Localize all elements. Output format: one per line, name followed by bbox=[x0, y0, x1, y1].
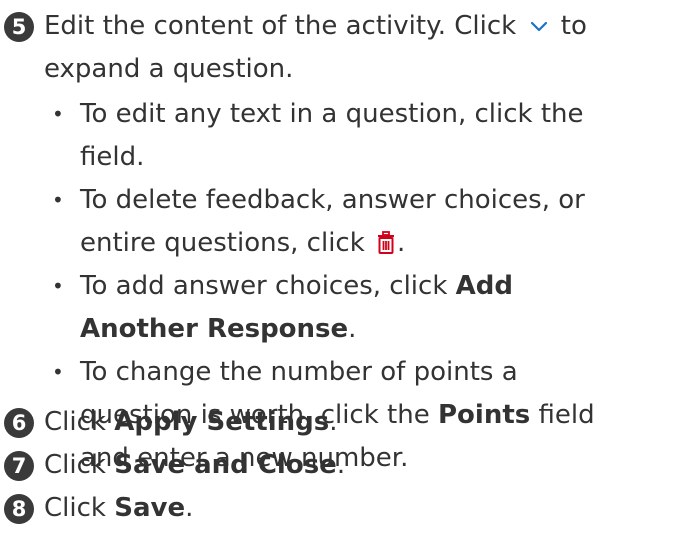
bullet-text: . bbox=[348, 314, 357, 344]
step-text: . bbox=[329, 407, 338, 437]
ui-label-points: Points bbox=[437, 400, 531, 430]
ui-label-save-and-close: Save and Close bbox=[114, 450, 337, 480]
trash-icon bbox=[378, 231, 395, 254]
step-text: to bbox=[560, 11, 587, 41]
step-text: Click bbox=[44, 450, 106, 480]
chevron-down-icon bbox=[530, 21, 547, 32]
ui-label-add-another-response: Another Response bbox=[80, 314, 349, 344]
ui-label-add-another-response: Add bbox=[455, 271, 514, 301]
bullet-dot: • bbox=[52, 102, 64, 126]
bullet-text: To edit any text in a question, click th… bbox=[80, 99, 584, 129]
bullet-dot: • bbox=[52, 360, 64, 384]
bullet-text-line: To add answer choices, click Add bbox=[80, 265, 513, 307]
step-text: Click bbox=[44, 407, 106, 437]
step-text: Click bbox=[44, 493, 106, 523]
step-number-badge: 8 bbox=[4, 494, 34, 524]
step-text-line: Edit the content of the activity. Click … bbox=[44, 5, 587, 47]
step-text: . bbox=[185, 493, 194, 523]
step-text-line: Click Save and Close. bbox=[44, 444, 345, 486]
bullet-text-line: entire questions, click . bbox=[80, 222, 405, 264]
ui-label-apply-settings: Apply Settings bbox=[114, 407, 330, 437]
step-text-line: Click Apply Settings. bbox=[44, 401, 337, 443]
bullet-text: field. bbox=[80, 142, 145, 172]
bullet-dot: • bbox=[52, 188, 64, 212]
bullet-text: entire questions, click bbox=[80, 228, 365, 258]
bullet-text-line: Another Response. bbox=[80, 308, 356, 350]
bullet-dot: • bbox=[52, 274, 64, 298]
ui-label-save: Save bbox=[114, 493, 186, 523]
bullet-text: field bbox=[538, 400, 595, 430]
step-number-badge: 7 bbox=[4, 451, 34, 481]
step-text: Edit the content of the activity. Click bbox=[44, 11, 517, 41]
step-text: . bbox=[336, 450, 346, 480]
bullet-text: To delete feedback, answer choices, or bbox=[80, 185, 585, 215]
bullet-text: . bbox=[397, 228, 406, 258]
step-text-line: Click Save. bbox=[44, 487, 193, 529]
step-number-badge: 6 bbox=[4, 408, 34, 438]
bullet-text: To change the number of points a bbox=[80, 357, 518, 387]
step-text-line: expand a question. bbox=[44, 54, 294, 84]
bullet-text: To add answer choices, click bbox=[80, 271, 448, 301]
step-number-badge: 5 bbox=[4, 12, 34, 42]
